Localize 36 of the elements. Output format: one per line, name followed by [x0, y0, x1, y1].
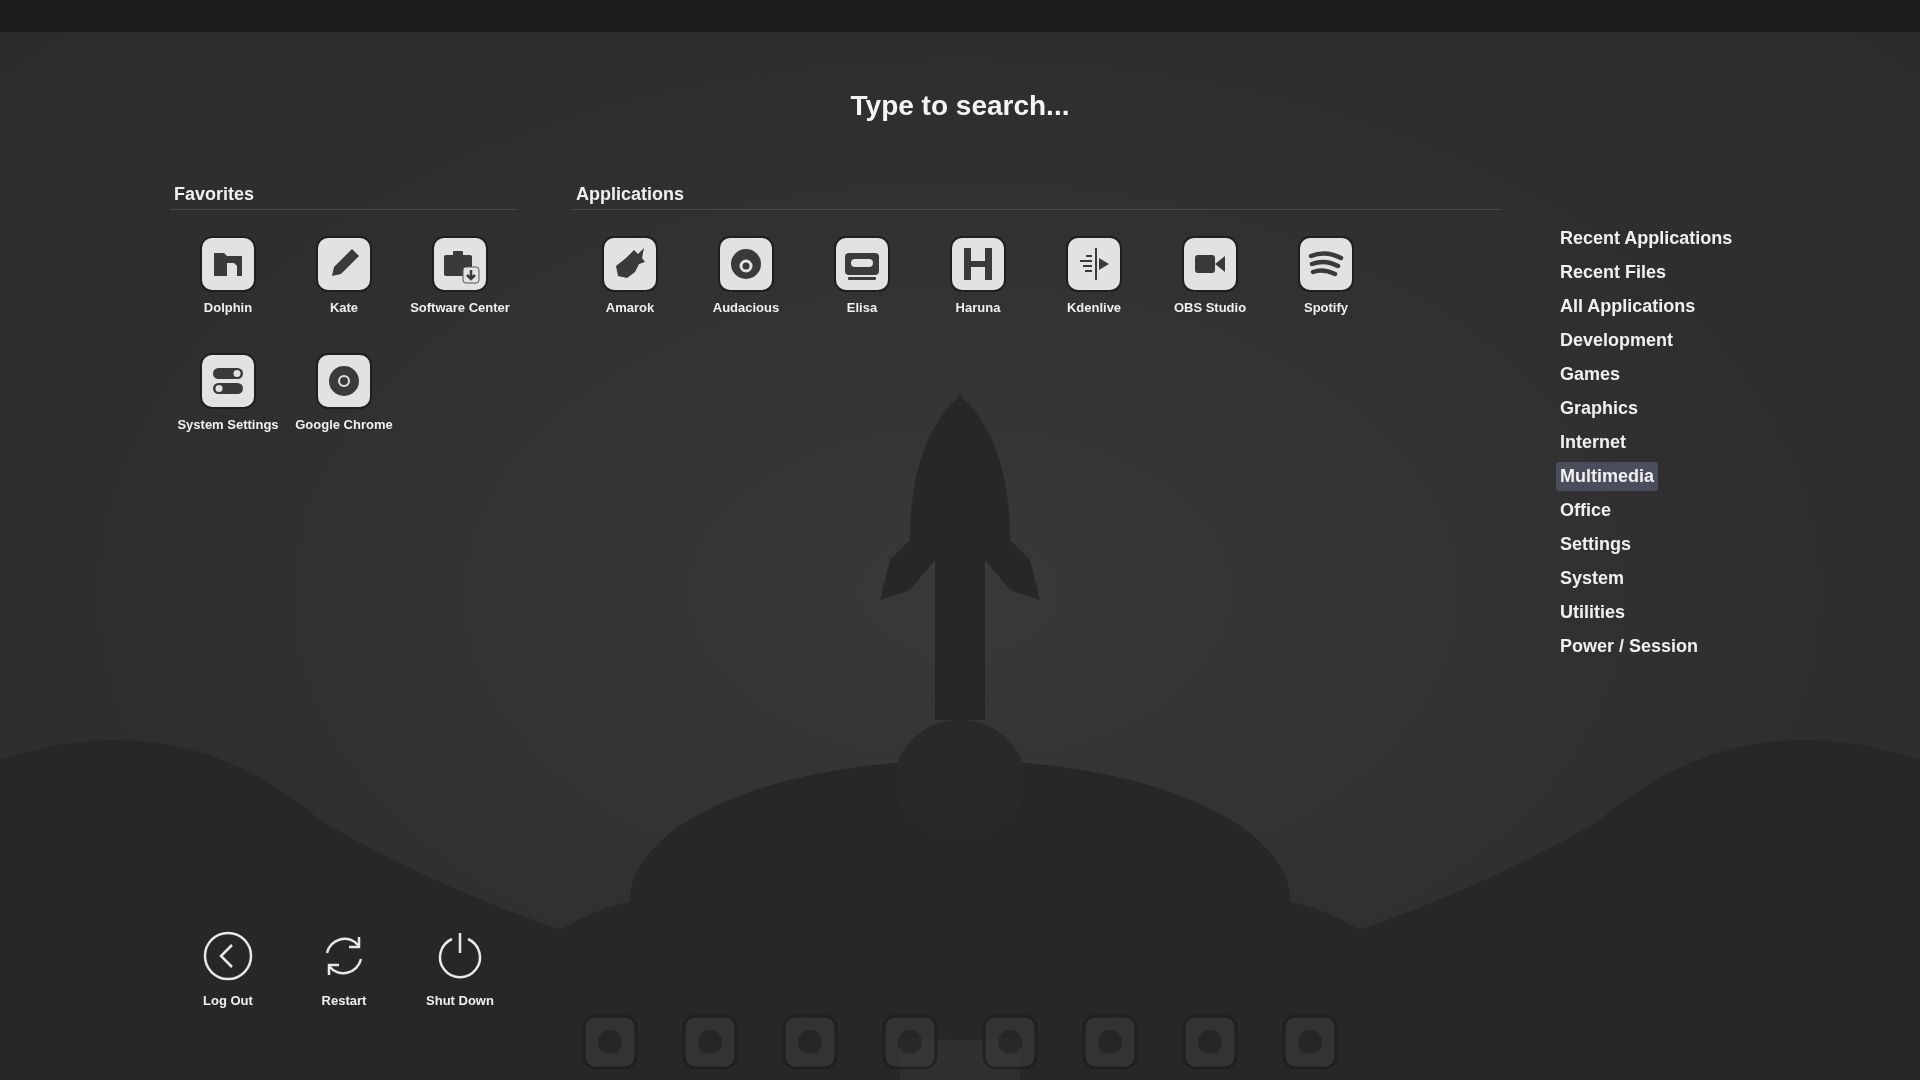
category-item[interactable]: Graphics	[1556, 394, 1643, 423]
category-item[interactable]: Development	[1556, 326, 1678, 355]
app-launcher[interactable]: Amarok	[572, 236, 688, 315]
app-launcher[interactable]: System Settings	[170, 353, 286, 432]
category-item[interactable]: Recent Applications	[1556, 224, 1737, 253]
app-launcher[interactable]: Elisa	[804, 236, 920, 315]
category-item[interactable]: Internet	[1556, 428, 1630, 457]
search-field[interactable]: Type to search...	[850, 90, 1070, 122]
category-item[interactable]: Power / Session	[1556, 632, 1703, 661]
app-launcher[interactable]: Google Chrome	[286, 353, 402, 432]
session-button[interactable]: Restart	[286, 931, 402, 1008]
category-item[interactable]: Games	[1556, 360, 1625, 389]
app-launcher[interactable]: Software Center	[402, 236, 518, 315]
cassette-icon	[834, 236, 890, 292]
section-heading: Favorites	[170, 184, 518, 210]
pencil-icon	[316, 236, 372, 292]
app-launcher[interactable]: Haruna	[920, 236, 1036, 315]
play-icon	[1066, 236, 1122, 292]
category-item[interactable]: Multimedia	[1556, 462, 1658, 491]
app-launcher[interactable]: OBS Studio	[1152, 236, 1268, 315]
category-item[interactable]: Recent Files	[1556, 258, 1671, 287]
category-item[interactable]: Office	[1556, 496, 1615, 525]
section-heading: Applications	[572, 184, 1502, 210]
app-launcher[interactable]: Audacious	[688, 236, 804, 315]
category-item[interactable]: All Applications	[1556, 292, 1700, 321]
app-launcher[interactable]: Kdenlive	[1036, 236, 1152, 315]
session-button[interactable]: Shut Down	[402, 931, 518, 1008]
app-launcher[interactable]: Spotify	[1268, 236, 1384, 315]
film-strip-icon	[950, 236, 1006, 292]
category-item[interactable]: Settings	[1556, 530, 1635, 559]
app-launcher[interactable]: Kate	[286, 236, 402, 315]
category-item[interactable]: System	[1556, 564, 1629, 593]
camera-icon	[1182, 236, 1238, 292]
app-launcher[interactable]: Dolphin	[170, 236, 286, 315]
session-button[interactable]: Log Out	[170, 931, 286, 1008]
category-item[interactable]: Utilities	[1556, 598, 1629, 627]
